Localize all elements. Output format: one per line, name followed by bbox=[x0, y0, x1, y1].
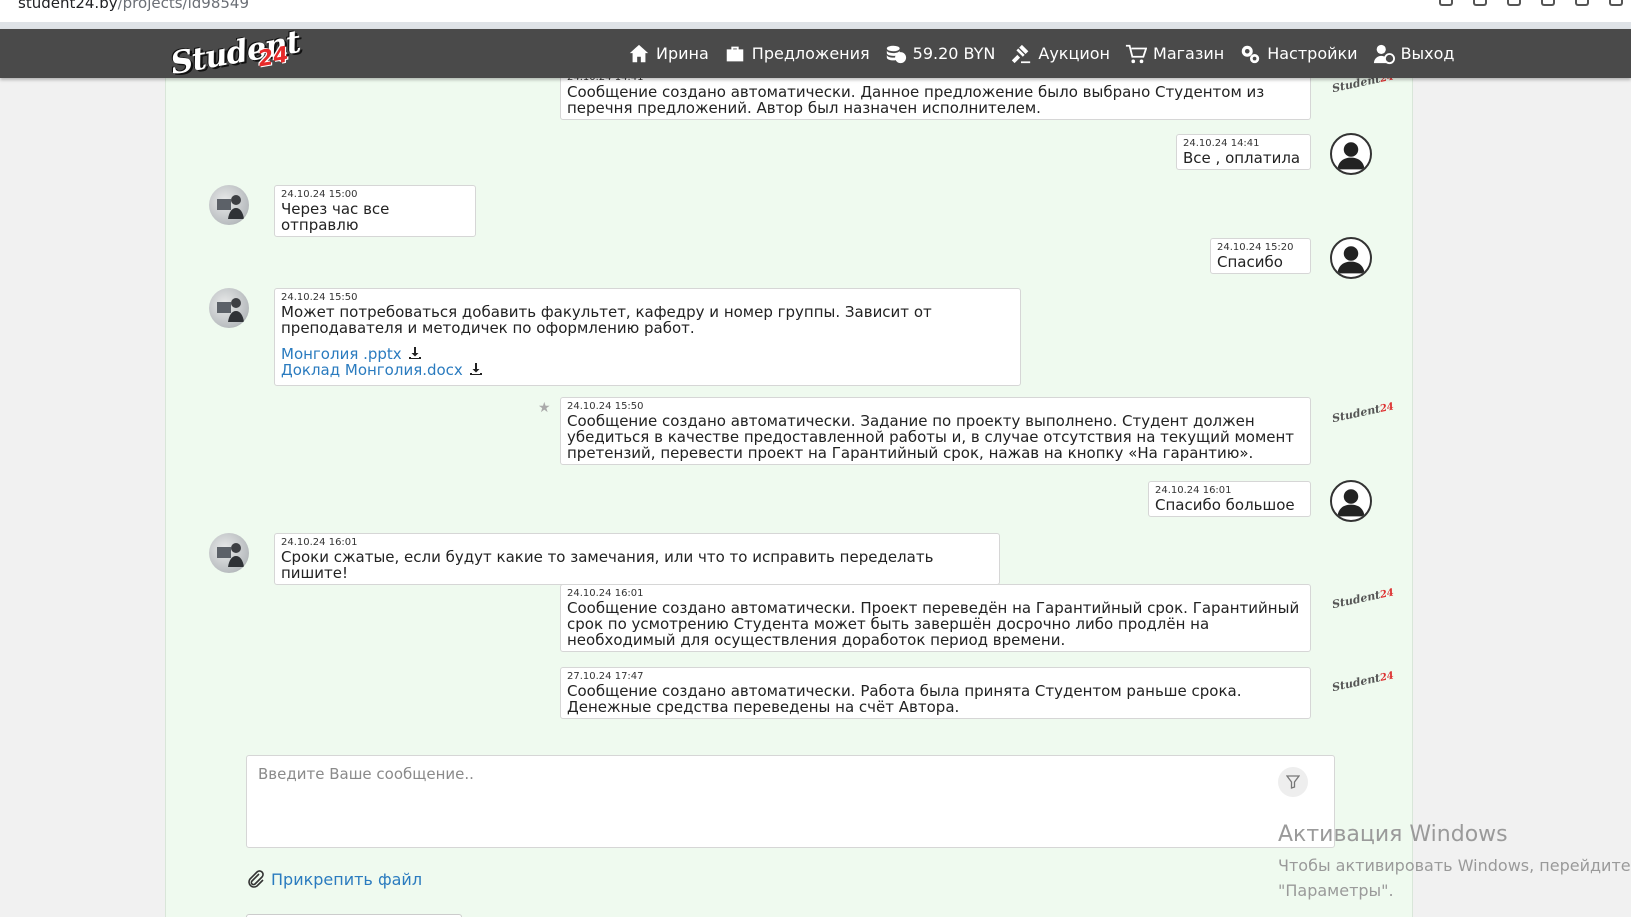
user-silhouette-icon bbox=[1337, 142, 1365, 170]
attach-file-link[interactable]: Прикрепить файл bbox=[246, 869, 422, 889]
watermark-line-2: "Параметры". bbox=[1278, 881, 1394, 900]
nav-auction-label: Аукцион bbox=[1038, 44, 1111, 63]
nav-shop-label: Магазин bbox=[1153, 44, 1225, 63]
message-text: Сообщение создано автоматически. Данное … bbox=[567, 83, 1265, 117]
attachment-name: Доклад Монголия.docx bbox=[281, 361, 463, 379]
message-text: Может потребоваться добавить факультет, … bbox=[281, 303, 932, 337]
user-silhouette-icon bbox=[1337, 489, 1365, 517]
nav-logout-label: Выход bbox=[1400, 44, 1455, 63]
student-message: 24.10.24 15:20 Спасибо bbox=[1210, 238, 1311, 274]
nav-shop[interactable]: Магазин bbox=[1125, 43, 1224, 65]
student-avatar bbox=[1330, 133, 1372, 175]
message-text: Сообщение создано автоматически. Работа … bbox=[567, 682, 1242, 716]
download-icon[interactable] bbox=[1575, 0, 1589, 6]
nav-balance-label: 59.20 BYN bbox=[912, 44, 996, 63]
system-message: 27.10.24 17:47 Сообщение создано автомат… bbox=[560, 667, 1311, 719]
author-message: 24.10.24 15:00 Через час все отправлю bbox=[274, 185, 476, 237]
download-icon[interactable] bbox=[469, 362, 483, 376]
attachment-link[interactable]: Монголия .pptx bbox=[281, 346, 1013, 362]
nav-profile-label: Ирина bbox=[656, 44, 709, 63]
browser-toolbar-icons bbox=[1439, 0, 1623, 6]
url-path: /projects/id98549 bbox=[117, 0, 249, 12]
browser-url-bar[interactable]: student24.by/projects/id98549 bbox=[0, 0, 1631, 22]
nav-offers[interactable]: Предложения bbox=[724, 43, 870, 65]
coins-icon bbox=[886, 45, 906, 63]
gavel-icon bbox=[1012, 44, 1031, 63]
chat-panel: 24.10.24 14:41 Сообщение создано автомат… bbox=[165, 68, 1413, 917]
attach-file-label: Прикрепить файл bbox=[271, 869, 423, 889]
watermark-title: Активация Windows bbox=[1278, 822, 1508, 847]
author-avatar bbox=[209, 533, 249, 573]
url-host: student24.by bbox=[18, 0, 118, 12]
gears-icon bbox=[1241, 45, 1260, 63]
logo-number: 24 bbox=[256, 42, 291, 73]
message-input[interactable]: Введите Ваше сообщение.. bbox=[246, 755, 1335, 848]
author-photo bbox=[217, 298, 244, 322]
nav-balance[interactable]: 59.20 BYN bbox=[885, 43, 996, 65]
nav-auction[interactable]: Аукцион bbox=[1010, 43, 1110, 65]
nav-settings-label: Настройки bbox=[1267, 44, 1358, 63]
nav-profile[interactable]: Ирина bbox=[628, 43, 709, 65]
message-text: Сроки сжатые, если будут какие то замеча… bbox=[281, 548, 934, 582]
star-icon[interactable]: ★ bbox=[538, 400, 551, 416]
message-text: Все , оплатила bbox=[1183, 149, 1301, 167]
screenshot-icon[interactable] bbox=[1439, 0, 1453, 6]
message-text: Спасибо bbox=[1217, 253, 1283, 271]
system-avatar: Student24 bbox=[1330, 401, 1395, 426]
nav-logout[interactable]: Выход bbox=[1373, 43, 1455, 65]
windows-activation-watermark: Активация Windows Чтобы активировать Win… bbox=[1278, 822, 1631, 903]
system-message: 24.10.24 15:50 Сообщение создано автомат… bbox=[560, 397, 1311, 465]
location-icon[interactable] bbox=[1507, 0, 1521, 6]
author-message: 24.10.24 15:50 Может потребоваться добав… bbox=[274, 288, 1021, 386]
attachment-link[interactable]: Доклад Монголия.docx bbox=[281, 362, 1013, 378]
student-avatar bbox=[1330, 237, 1372, 279]
briefcase-icon bbox=[726, 46, 744, 61]
author-message: 24.10.24 16:01 Сроки сжатые, если будут … bbox=[274, 533, 1000, 585]
site-logo[interactable]: Student 24 bbox=[168, 24, 303, 82]
message-placeholder: Введите Ваше сообщение.. bbox=[258, 765, 474, 783]
author-photo bbox=[217, 195, 244, 219]
student-message: 24.10.24 16:01 Спасибо большое bbox=[1148, 481, 1311, 517]
menu-icon[interactable] bbox=[1609, 0, 1623, 6]
system-avatar: Student24 bbox=[1330, 670, 1395, 695]
message-text: Спасибо большое bbox=[1155, 496, 1295, 514]
top-navigation: Student 24 Ирина Предложения 59.20 BYN А… bbox=[0, 24, 1631, 82]
home-icon bbox=[629, 44, 649, 62]
author-avatar bbox=[209, 288, 249, 328]
paperclip-icon bbox=[248, 870, 264, 888]
author-avatar bbox=[209, 185, 249, 225]
message-text: Сообщение создано автоматически. Проект … bbox=[567, 599, 1300, 649]
filter-button[interactable] bbox=[1278, 767, 1308, 797]
author-photo bbox=[217, 543, 244, 567]
student-message: 24.10.24 14:41 Все , оплатила bbox=[1176, 134, 1311, 170]
student-avatar bbox=[1330, 480, 1372, 522]
system-avatar: Student24 bbox=[1330, 71, 1395, 96]
system-avatar: Student24 bbox=[1330, 587, 1395, 612]
nav-offers-label: Предложения bbox=[751, 44, 870, 63]
user-silhouette-icon bbox=[1337, 246, 1365, 274]
nav-items: Ирина Предложения 59.20 BYN Аукцион Мага… bbox=[628, 29, 1470, 78]
cart-icon bbox=[1125, 44, 1148, 63]
camera-icon[interactable] bbox=[1473, 0, 1487, 6]
message-text: Сообщение создано автоматически. Задание… bbox=[567, 412, 1295, 462]
message-text: Через час все отправлю bbox=[281, 200, 390, 234]
system-message: 24.10.24 16:01 Сообщение создано автомат… bbox=[560, 584, 1311, 652]
url-text[interactable]: student24.by/projects/id98549 bbox=[18, 0, 249, 12]
nav-settings[interactable]: Настройки bbox=[1239, 43, 1358, 65]
favorite-icon[interactable] bbox=[1541, 0, 1555, 6]
browser-divider bbox=[0, 22, 1631, 29]
watermark-line-1: Чтобы активировать Windows, перейдите в bbox=[1278, 856, 1631, 875]
download-icon[interactable] bbox=[408, 346, 422, 360]
funnel-icon bbox=[1286, 775, 1300, 789]
user-logout-icon bbox=[1373, 44, 1395, 64]
